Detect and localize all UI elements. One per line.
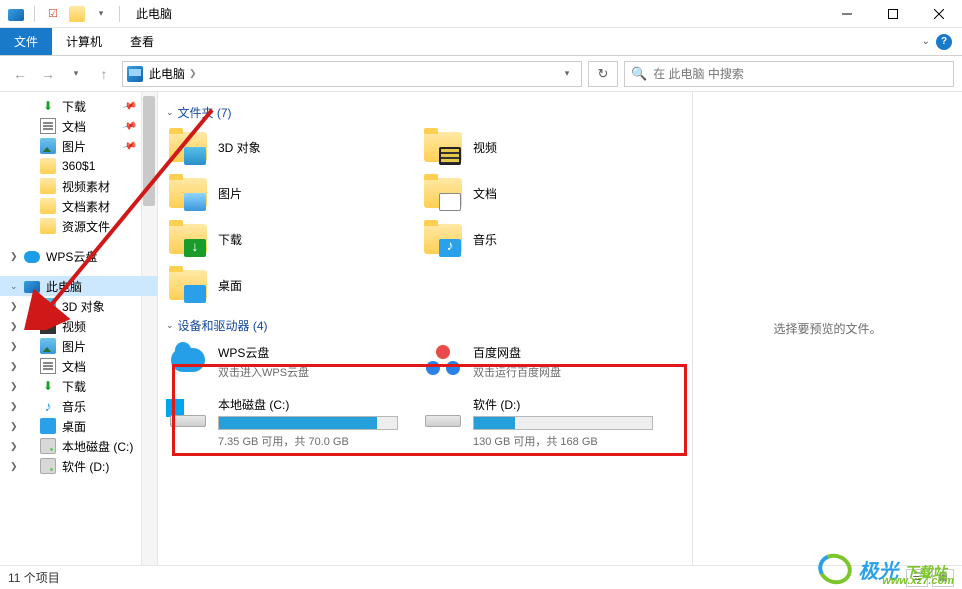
minimize-button[interactable] bbox=[824, 0, 870, 28]
group-header-folders[interactable]: ⌄ 文件夹 (7) bbox=[166, 104, 684, 121]
folder-downloads[interactable]: 下载 bbox=[162, 217, 417, 261]
chevron-right-icon[interactable]: ❯ bbox=[189, 68, 197, 79]
sidebar-item-documents[interactable]: 文档📌 bbox=[0, 116, 157, 136]
qat-checkbox-icon[interactable]: ☑ bbox=[43, 4, 63, 24]
navigation-pane: ⬇下载📌 文档📌 图片📌 360$1 视频素材 文档素材 资源文件 ❯WPS云盘… bbox=[0, 92, 158, 565]
drive-software-d[interactable]: 软件 (D:) 130 GB 可用，共 168 GB bbox=[417, 390, 672, 453]
breadcrumb-this-pc[interactable]: 此电脑 bbox=[149, 65, 185, 82]
qat-dropdown-icon[interactable]: ▾ bbox=[91, 4, 111, 24]
drive-baidu[interactable]: 百度网盘双击运行百度网盘 bbox=[417, 338, 672, 384]
close-icon bbox=[934, 9, 944, 19]
pin-icon: 📌 bbox=[121, 118, 137, 134]
chevron-right-icon[interactable]: ❯ bbox=[10, 341, 18, 352]
folder-documents[interactable]: 文档 bbox=[417, 171, 672, 215]
group-header-drives[interactable]: ⌄ 设备和驱动器 (4) bbox=[166, 317, 684, 334]
sidebar-item-doc-assets[interactable]: 文档素材 bbox=[0, 196, 157, 216]
music-icon bbox=[439, 239, 461, 257]
sidebar-item-video-assets[interactable]: 视频素材 bbox=[0, 176, 157, 196]
sidebar-item-pictures-2[interactable]: ❯图片 bbox=[0, 336, 157, 356]
chevron-right-icon[interactable]: ❯ bbox=[10, 321, 18, 332]
sidebar-item-downloads[interactable]: ⬇下载📌 bbox=[0, 96, 157, 116]
sidebar-item-this-pc[interactable]: ⌄此电脑 bbox=[0, 276, 157, 296]
address-dropdown-icon[interactable]: ▾ bbox=[557, 68, 577, 79]
usage-bar-c bbox=[218, 416, 398, 430]
preview-empty-text: 选择要预览的文件。 bbox=[773, 320, 881, 337]
download-icon bbox=[184, 239, 206, 257]
chevron-right-icon[interactable]: ❯ bbox=[10, 361, 18, 372]
chevron-down-icon: ⌄ bbox=[166, 320, 174, 331]
close-button[interactable] bbox=[916, 0, 962, 28]
chevron-down-icon[interactable]: ⌄ bbox=[10, 281, 18, 292]
system-icon[interactable] bbox=[6, 4, 26, 24]
sidebar-item-pictures[interactable]: 图片📌 bbox=[0, 136, 157, 156]
sidebar-item-documents-2[interactable]: ❯文档 bbox=[0, 356, 157, 376]
chevron-right-icon[interactable]: ❯ bbox=[10, 401, 18, 412]
pin-icon: 📌 bbox=[121, 98, 137, 114]
window-title: 此电脑 bbox=[136, 5, 172, 22]
folder-desktop[interactable]: 桌面 bbox=[162, 263, 417, 307]
usage-bar-d bbox=[473, 416, 653, 430]
chevron-right-icon[interactable]: ❯ bbox=[10, 441, 18, 452]
sidebar-item-wps-cloud[interactable]: ❯WPS云盘 bbox=[0, 246, 157, 266]
sidebar-item-local-disk-c[interactable]: ❯本地磁盘 (C:) bbox=[0, 436, 157, 456]
forward-button[interactable]: → bbox=[36, 62, 60, 86]
history-dropdown[interactable]: ▾ bbox=[64, 62, 88, 86]
ribbon: 文件 计算机 查看 ⌄ ? bbox=[0, 28, 962, 56]
film-icon bbox=[439, 147, 461, 165]
search-input[interactable] bbox=[653, 67, 947, 81]
back-button[interactable]: ← bbox=[8, 62, 32, 86]
sidebar-item-downloads-2[interactable]: ❯⬇下载 bbox=[0, 376, 157, 396]
up-button[interactable]: ↑ bbox=[92, 62, 116, 86]
sidebar-item-desktop[interactable]: ❯桌面 bbox=[0, 416, 157, 436]
maximize-icon bbox=[888, 9, 898, 19]
cloud-icon bbox=[168, 342, 208, 378]
drive-local-c[interactable]: 本地磁盘 (C:) 7.35 GB 可用，共 70.0 GB bbox=[162, 390, 417, 453]
expand-ribbon-icon[interactable]: ⌄ bbox=[922, 36, 930, 47]
disk-icon bbox=[423, 394, 463, 430]
chevron-right-icon[interactable]: ❯ bbox=[10, 251, 18, 262]
chevron-right-icon[interactable]: ❯ bbox=[10, 301, 18, 312]
window-titlebar: ☑ ▾ 此电脑 bbox=[0, 0, 962, 28]
sidebar-item-resource-files[interactable]: 资源文件 bbox=[0, 216, 157, 236]
refresh-button[interactable]: ↻ bbox=[588, 61, 618, 87]
cube-icon bbox=[184, 147, 206, 165]
search-box[interactable]: 🔍 bbox=[624, 61, 954, 87]
preview-pane: 选择要预览的文件。 bbox=[692, 92, 962, 565]
folder-3d-objects[interactable]: 3D 对象 bbox=[162, 125, 417, 169]
sidebar-item-360s1[interactable]: 360$1 bbox=[0, 156, 157, 176]
maximize-button[interactable] bbox=[870, 0, 916, 28]
content-area[interactable]: ⌄ 文件夹 (7) 3D 对象 视频 图片 文档 下载 音乐 桌面 ⌄ 设备和驱… bbox=[158, 92, 692, 565]
sidebar-item-video[interactable]: ❯▶视频 bbox=[0, 316, 157, 336]
location-icon bbox=[127, 66, 143, 82]
folder-music[interactable]: 音乐 bbox=[417, 217, 672, 261]
chevron-right-icon[interactable]: ❯ bbox=[10, 421, 18, 432]
status-text: 11 个项目 bbox=[8, 569, 60, 586]
folder-video[interactable]: 视频 bbox=[417, 125, 672, 169]
search-icon: 🔍 bbox=[631, 66, 647, 82]
pin-icon: 📌 bbox=[121, 138, 137, 154]
chevron-down-icon: ⌄ bbox=[166, 107, 174, 118]
desktop-icon bbox=[184, 285, 206, 303]
document-icon bbox=[439, 193, 461, 211]
sidebar-item-3d-objects[interactable]: ❯3D 对象 bbox=[0, 296, 157, 316]
watermark-logo bbox=[814, 549, 856, 589]
minimize-icon bbox=[842, 9, 852, 19]
chevron-right-icon[interactable]: ❯ bbox=[10, 461, 18, 472]
disk-icon bbox=[168, 394, 208, 430]
baidu-icon bbox=[423, 342, 463, 378]
watermark: 极光 下载站 www.xz7.com bbox=[818, 551, 954, 587]
picture-icon bbox=[184, 193, 206, 211]
sidebar-item-software-d[interactable]: ❯软件 (D:) bbox=[0, 456, 157, 476]
qat-folder-icon[interactable] bbox=[67, 4, 87, 24]
address-bar[interactable]: 此电脑 ❯ ▾ bbox=[122, 61, 582, 87]
tab-view[interactable]: 查看 bbox=[116, 28, 168, 55]
tab-computer[interactable]: 计算机 bbox=[52, 28, 116, 55]
tab-file[interactable]: 文件 bbox=[0, 28, 52, 55]
drive-wps-cloud[interactable]: WPS云盘双击进入WPS云盘 bbox=[162, 338, 417, 384]
help-icon[interactable]: ? bbox=[936, 34, 952, 50]
navigation-bar: ← → ▾ ↑ 此电脑 ❯ ▾ ↻ 🔍 bbox=[0, 56, 962, 92]
chevron-right-icon[interactable]: ❯ bbox=[10, 381, 18, 392]
folder-pictures[interactable]: 图片 bbox=[162, 171, 417, 215]
sidebar-item-music[interactable]: ❯♪音乐 bbox=[0, 396, 157, 416]
